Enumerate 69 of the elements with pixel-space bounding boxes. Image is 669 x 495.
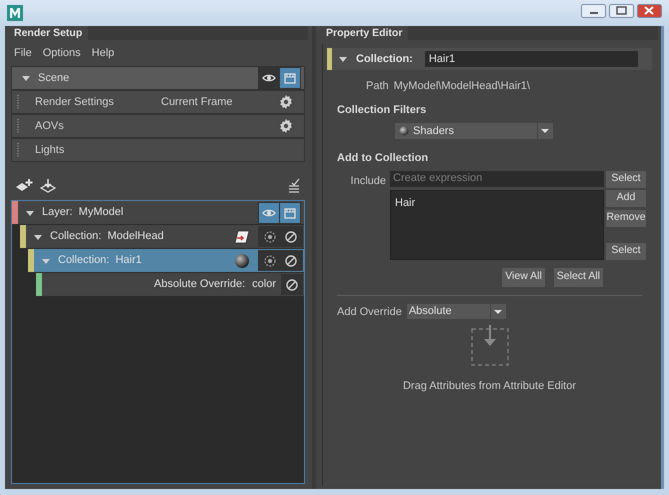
panel-tab[interactable]: Render Setup — [8, 26, 88, 40]
disable-icon[interactable] — [284, 230, 298, 244]
collection-name: Collection: Hair1 — [58, 253, 142, 268]
drop-hint: Drag Attributes from Attribute Editor — [402, 379, 576, 394]
collection-row[interactable]: Collection: ModelHead — [20, 225, 304, 248]
settings-icon[interactable] — [278, 118, 294, 134]
collection-name-field[interactable]: Hair1 — [424, 51, 638, 67]
include-label: Include — [350, 174, 386, 188]
add-layer-icon[interactable] — [15, 178, 33, 194]
view-button[interactable]: Select All — [554, 268, 603, 286]
disable-icon[interactable] — [284, 254, 298, 268]
override-attribute: color — [252, 277, 276, 292]
menu-item[interactable]: Options — [42, 44, 81, 62]
select-button[interactable]: Select — [606, 170, 646, 188]
sphere-icon — [399, 126, 409, 136]
drop-target-icon[interactable] — [470, 324, 508, 366]
close-button[interactable] — [637, 4, 662, 18]
menu-item[interactable]: File — [14, 44, 32, 62]
list-action-button[interactable]: Add — [606, 190, 646, 206]
collapse-arrow-icon[interactable] — [26, 208, 34, 216]
checklist-icon[interactable] — [287, 178, 301, 194]
drag-handle-icon[interactable] — [17, 142, 20, 158]
transform-filter-icon — [234, 228, 250, 244]
scene-item-label: AOVs — [35, 118, 65, 134]
scene-item-row[interactable]: AOVs — [12, 115, 304, 137]
scene-item-row[interactable]: Render Settings Current Frame — [12, 91, 304, 113]
menu-item[interactable]: Help — [92, 44, 114, 62]
override-row[interactable]: Absolute Override: color — [36, 273, 304, 296]
collection-label: Collection: — [356, 52, 413, 67]
app-logo-icon — [7, 5, 23, 21]
drag-handle-icon[interactable] — [17, 94, 20, 110]
scene-item-row[interactable]: Lights — [12, 139, 304, 161]
panel-tab[interactable]: Property Editor — [320, 26, 408, 40]
layer-name: Layer: MyModel — [42, 205, 124, 220]
section-heading: Collection Filters — [337, 102, 428, 118]
override-label: Absolute Override: — [154, 277, 246, 292]
select-button[interactable]: Select — [606, 242, 646, 260]
collapse-arrow-icon[interactable] — [22, 74, 30, 82]
section-heading: Add to Collection — [337, 151, 430, 166]
isolate-icon[interactable] — [263, 230, 277, 244]
collection-name: Collection: ModelHead — [50, 229, 164, 244]
import-icon[interactable] — [39, 178, 57, 194]
isolate-icon[interactable] — [263, 254, 277, 268]
filter-dropdown[interactable]: Shaders — [395, 123, 537, 139]
list-item[interactable]: Hair — [395, 194, 599, 211]
include-field[interactable]: Create expression — [390, 170, 604, 186]
add-override-label: Add Override — [337, 304, 402, 320]
scene-item-label: Lights — [35, 142, 66, 158]
collection-row[interactable]: Collection: Hair1 — [28, 249, 304, 272]
collapse-arrow-icon[interactable] — [34, 232, 42, 240]
drag-handle-icon[interactable] — [17, 118, 20, 134]
view-button[interactable]: View All — [502, 268, 545, 286]
settings-icon[interactable] — [278, 94, 294, 110]
include-list[interactable]: Hair — [390, 190, 604, 260]
path-value: MyModel\ModelHead\Hair1\ — [394, 79, 530, 94]
list-action-button[interactable]: Remove — [606, 210, 646, 226]
path-label: Path — [366, 79, 389, 94]
scene-item-label: Render Settings — [35, 94, 115, 110]
disable-icon[interactable] — [285, 278, 299, 292]
minimize-button[interactable] — [581, 4, 606, 18]
collection-header[interactable]: Collection: Hair1 — [327, 48, 652, 70]
scene-item-value: Current Frame — [161, 94, 234, 110]
override-mode-dropdown[interactable]: Absolute — [406, 304, 490, 320]
scene-row[interactable]: Scene — [12, 67, 304, 89]
maximize-button[interactable] — [609, 4, 634, 18]
scene-label: Scene — [38, 70, 70, 86]
layer-row[interactable]: Layer: MyModel — [12, 201, 304, 224]
shader-sphere-icon — [234, 252, 250, 268]
collapse-arrow-icon[interactable] — [339, 55, 347, 63]
